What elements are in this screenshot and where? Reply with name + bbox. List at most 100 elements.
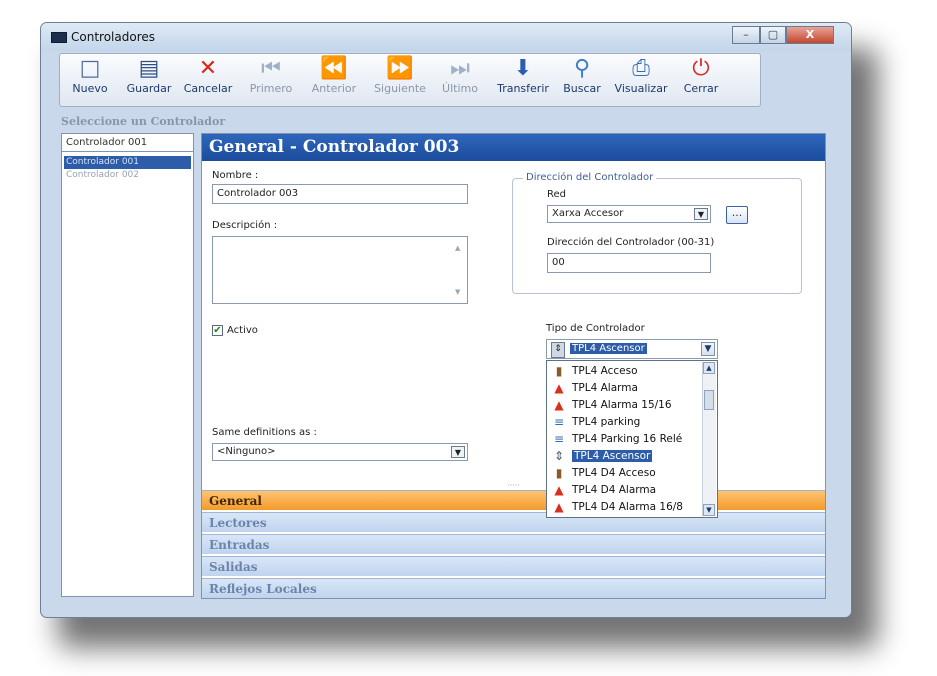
checkmark-icon: ✔	[213, 325, 222, 336]
dropdown-option[interactable]: ▲ TPL4 D4 Alarma	[549, 482, 699, 499]
scroll-up-icon[interactable]: ▲	[703, 362, 715, 374]
buscar-button[interactable]: ⚲ Buscar	[556, 56, 608, 104]
splitter-handle[interactable]: ·····	[202, 482, 825, 490]
last-icon: ⏭	[450, 56, 470, 81]
toolbar-button-label: Primero	[249, 82, 293, 95]
dropdown-option[interactable]: ▲ TPL4 Alarma 15/16	[549, 397, 699, 414]
cancel-icon: ✕	[198, 56, 218, 81]
parking-icon: ≡	[553, 415, 565, 429]
dropdown-option[interactable]: ▲ TPL4 D4 Alarma 16/8	[549, 499, 699, 516]
dropdown-option-label: TPL4 Acceso	[572, 365, 638, 377]
direccion-fieldset: Dirección del Controlador Red Xarxa Acce…	[512, 172, 802, 294]
window-title: Controladores	[71, 30, 155, 44]
chevron-down-icon[interactable]: ▼	[451, 446, 465, 458]
save-icon: ▤	[138, 56, 160, 81]
minimize-button[interactable]: –	[732, 26, 760, 44]
dropdown-option-label: TPL4 Ascensor	[572, 450, 653, 462]
scroll-thumb[interactable]	[704, 390, 714, 410]
panel-header: General - Controlador 003	[202, 134, 825, 161]
door-icon: ▮	[555, 466, 563, 480]
previous-icon: ⏪	[320, 56, 348, 81]
toolbar-button-label: Visualizar	[614, 82, 668, 95]
alarm-icon: ▲	[554, 483, 564, 497]
section-lectores[interactable]: Lectores	[202, 512, 825, 532]
sidebar-title: Seleccione un Controlador	[61, 115, 226, 128]
transferir-button[interactable]: ⬇ Transferir	[492, 56, 554, 104]
scroll-down-icon[interactable]: ▼	[703, 504, 715, 516]
door-icon: ▮	[555, 364, 563, 378]
visualizar-button[interactable]: ⎙ Visualizar	[610, 56, 672, 104]
scroll-down-icon[interactable]: ▼	[455, 288, 460, 296]
toolbar-button-label: Nuevo	[72, 82, 108, 95]
dropdown-option[interactable]: ≡ TPL4 parking	[549, 414, 699, 431]
detail-panel: General - Controlador 003 Nombre : Contr…	[201, 133, 826, 599]
power-icon: ⏻	[692, 56, 710, 81]
toolbar-button-label: Siguiente	[374, 82, 426, 95]
same-definitions-select[interactable]: <Ninguno> ▼	[212, 443, 468, 461]
chevron-down-icon[interactable]: ▼	[694, 208, 708, 220]
nombre-label: Nombre :	[212, 170, 259, 181]
toolbar-button-label: Transferir	[497, 82, 549, 95]
primero-button[interactable]: ⏮ Primero	[242, 56, 300, 104]
tipo-value: TPL4 Ascensor	[570, 343, 647, 354]
dropdown-option-label: TPL4 Alarma	[572, 382, 638, 394]
dropdown-option-label: TPL4 D4 Alarma 16/8	[572, 501, 683, 513]
list-item[interactable]: Controlador 001	[64, 156, 191, 169]
section-salidas[interactable]: Salidas	[202, 556, 825, 576]
controller-list[interactable]: Controlador 001 Controlador 001 Controla…	[61, 133, 194, 597]
dropdown-option-label: TPL4 D4 Alarma	[572, 484, 657, 496]
elevator-icon: ⇕	[551, 342, 565, 358]
parking-icon: ≡	[553, 432, 565, 446]
scroll-up-icon[interactable]: ▲	[455, 244, 460, 252]
activo-checkbox[interactable]: ✔	[212, 325, 223, 336]
ltimo-button[interactable]: ⏭ Último	[436, 56, 484, 104]
chevron-down-icon[interactable]: ▼	[701, 342, 715, 356]
descripcion-scrollbar[interactable]: ▲ ▼	[453, 238, 465, 302]
list-item[interactable]: Controlador 002	[64, 169, 191, 182]
direccion-legend: Dirección del Controlador	[523, 172, 657, 183]
tipo-dropdown-list[interactable]: ▲ ▼ ▮ TPL4 Acceso ▲ TPL4 Alarma ▲ TPL4 Alarma…	[546, 360, 718, 518]
controladores-window: Controladores – ▢ X □ Nuevo ▤ Guardar ✕ Cance…	[40, 22, 852, 618]
direccion-input[interactable]: 00	[547, 253, 711, 273]
toolbar-button-label: Buscar	[563, 82, 601, 95]
siguiente-button[interactable]: ⏩ Siguiente	[368, 56, 432, 104]
elevator-icon: ⇕	[553, 449, 565, 463]
anterior-button[interactable]: ⏪ Anterior	[304, 56, 364, 104]
controller-list-search[interactable]: Controlador 001	[62, 134, 193, 152]
activo-label: Activo	[227, 325, 258, 336]
dropdown-option[interactable]: ▮ TPL4 Acceso	[549, 363, 699, 380]
section-reflejos-locales[interactable]: Reflejos Locales	[202, 578, 825, 598]
tipo-select[interactable]: ⇕ TPL4 Ascensor ▼	[546, 339, 718, 359]
first-icon: ⏮	[261, 56, 281, 81]
maximize-button[interactable]: ▢	[760, 26, 786, 44]
cerrar-button[interactable]: ⏻ Cerrar	[676, 56, 726, 104]
dropdown-option[interactable]: ≡ TPL4 Parking 16 Relé	[549, 431, 699, 448]
close-button[interactable]: X	[786, 26, 834, 44]
dropdown-option[interactable]: ▲ TPL4 Alarma	[549, 380, 699, 397]
dropdown-option[interactable]: ▮ TPL4 D4 Acceso	[549, 465, 699, 482]
dropdown-option[interactable]: ⇕ TPL4 Ascensor	[549, 448, 699, 465]
section-general[interactable]: General	[202, 490, 825, 510]
nuevo-button[interactable]: □ Nuevo	[66, 56, 114, 104]
section-entradas[interactable]: Entradas	[202, 534, 825, 554]
red-label: Red	[547, 189, 566, 200]
alarm-icon: ▲	[554, 398, 564, 412]
guardar-button[interactable]: ▤ Guardar	[118, 56, 180, 104]
next-icon: ⏩	[386, 56, 414, 81]
toolbar-button-label: Anterior	[311, 82, 357, 95]
descripcion-label: Descripción :	[212, 220, 278, 231]
nombre-input[interactable]: Controlador 003	[212, 184, 468, 204]
tipo-label: Tipo de Controlador	[546, 323, 645, 334]
direccion-label: Dirección del Controlador (00-31)	[547, 237, 715, 248]
descripcion-textarea[interactable]	[212, 236, 468, 304]
dropdown-option-label: TPL4 parking	[572, 416, 641, 428]
toolbar: □ Nuevo ▤ Guardar ✕ Cancelar ⏮ Primero ⏪ Anterior…	[59, 53, 761, 107]
dropdown-scrollbar[interactable]: ▲ ▼	[702, 362, 716, 516]
app-icon	[51, 32, 67, 43]
search-icon: ⚲	[573, 56, 591, 81]
red-select[interactable]: Xarxa Accesor ▼	[547, 205, 711, 223]
alarm-icon: ▲	[554, 500, 564, 514]
title-bar[interactable]: Controladores – ▢ X	[41, 23, 851, 51]
cancelar-button[interactable]: ✕ Cancelar	[178, 56, 238, 104]
red-browse-button[interactable]: ...	[726, 206, 748, 224]
